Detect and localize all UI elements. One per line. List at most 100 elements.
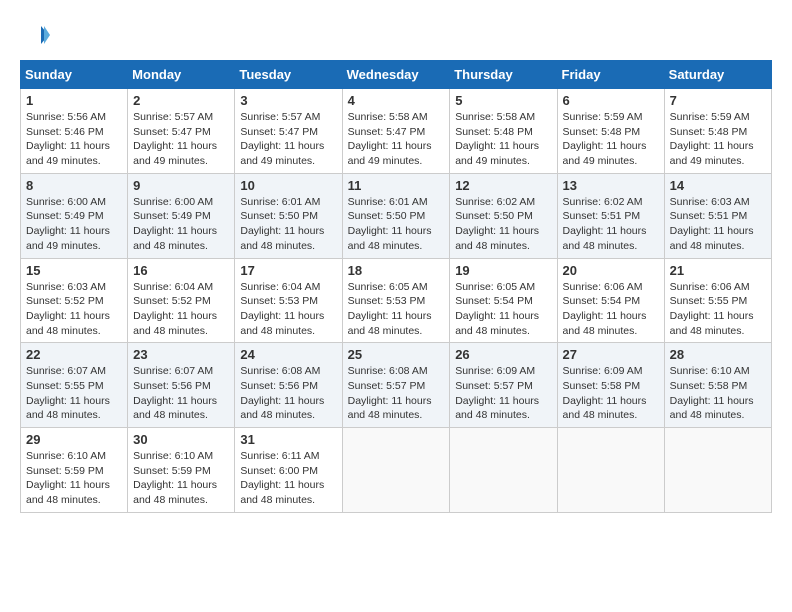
day-number: 1: [26, 93, 122, 108]
calendar-header-row: SundayMondayTuesdayWednesdayThursdayFrid…: [21, 61, 772, 89]
calendar-day-cell: 15Sunrise: 6:03 AMSunset: 5:52 PMDayligh…: [21, 258, 128, 343]
calendar-day-cell: 27 Sunrise: 6:09 AMSunset: 5:58 PMDayligh…: [557, 343, 664, 428]
calendar-day-cell: 2 Sunrise: 5:57 AMSunset: 5:47 PMDaylight…: [128, 89, 235, 174]
day-number: 18: [348, 263, 445, 278]
day-detail: Sunrise: 6:06 AMSunset: 5:54 PMDaylight:…: [563, 281, 647, 337]
day-detail: Sunrise: 6:04 AMSunset: 5:53 PMDaylight:…: [240, 281, 324, 337]
logo-icon: [20, 20, 50, 50]
calendar-day-cell: 3 Sunrise: 5:57 AMSunset: 5:47 PMDaylight…: [235, 89, 342, 174]
calendar-day-cell: 30 Sunrise: 6:10 AMSunset: 5:59 PMDayligh…: [128, 428, 235, 513]
day-number: 31: [240, 432, 336, 447]
calendar-day-cell: 14 Sunrise: 6:03 AMSunset: 5:51 PMDayligh…: [664, 173, 771, 258]
calendar-week-row: 1 Sunrise: 5:56 AMSunset: 5:46 PMDaylight…: [21, 89, 772, 174]
day-detail: Sunrise: 6:08 AMSunset: 5:57 PMDaylight:…: [348, 365, 432, 421]
day-detail: Sunrise: 6:06 AMSunset: 5:55 PMDaylight:…: [670, 281, 754, 337]
day-detail: Sunrise: 5:57 AMSunset: 5:47 PMDaylight:…: [240, 111, 324, 167]
calendar-day-cell: 8 Sunrise: 6:00 AMSunset: 5:49 PMDaylight…: [21, 173, 128, 258]
day-number: 9: [133, 178, 229, 193]
day-number: 21: [670, 263, 766, 278]
calendar-day-cell: 23Sunrise: 6:07 AMSunset: 5:56 PMDayligh…: [128, 343, 235, 428]
calendar-weekday-header: Saturday: [664, 61, 771, 89]
calendar-day-cell: 29Sunrise: 6:10 AMSunset: 5:59 PMDayligh…: [21, 428, 128, 513]
day-detail: Sunrise: 6:01 AMSunset: 5:50 PMDaylight:…: [240, 196, 324, 252]
calendar-weekday-header: Monday: [128, 61, 235, 89]
day-number: 10: [240, 178, 336, 193]
day-detail: Sunrise: 6:02 AMSunset: 5:50 PMDaylight:…: [455, 196, 539, 252]
day-number: 29: [26, 432, 122, 447]
day-detail: Sunrise: 6:05 AMSunset: 5:54 PMDaylight:…: [455, 281, 539, 337]
day-detail: Sunrise: 5:59 AMSunset: 5:48 PMDaylight:…: [670, 111, 754, 167]
calendar-day-cell: 6 Sunrise: 5:59 AMSunset: 5:48 PMDaylight…: [557, 89, 664, 174]
calendar-day-cell: [664, 428, 771, 513]
calendar-day-cell: 17Sunrise: 6:04 AMSunset: 5:53 PMDayligh…: [235, 258, 342, 343]
day-number: 25: [348, 347, 445, 362]
day-detail: Sunrise: 6:10 AMSunset: 5:59 PMDaylight:…: [133, 450, 217, 506]
calendar-day-cell: 18 Sunrise: 6:05 AMSunset: 5:53 PMDayligh…: [342, 258, 450, 343]
calendar-day-cell: [450, 428, 557, 513]
day-number: 3: [240, 93, 336, 108]
day-detail: Sunrise: 6:09 AMSunset: 5:58 PMDaylight:…: [563, 365, 647, 421]
day-detail: Sunrise: 6:09 AMSunset: 5:57 PMDaylight:…: [455, 365, 539, 421]
calendar-day-cell: 1 Sunrise: 5:56 AMSunset: 5:46 PMDaylight…: [21, 89, 128, 174]
day-number: 30: [133, 432, 229, 447]
day-number: 13: [563, 178, 659, 193]
day-detail: Sunrise: 6:03 AMSunset: 5:51 PMDaylight:…: [670, 196, 754, 252]
calendar-week-row: 22 Sunrise: 6:07 AMSunset: 5:55 PMDayligh…: [21, 343, 772, 428]
day-detail: Sunrise: 6:05 AMSunset: 5:53 PMDaylight:…: [348, 281, 432, 337]
day-number: 6: [563, 93, 659, 108]
day-detail: Sunrise: 5:58 AMSunset: 5:48 PMDaylight:…: [455, 111, 539, 167]
calendar-day-cell: 31 Sunrise: 6:11 AMSunset: 6:00 PMDayligh…: [235, 428, 342, 513]
calendar-day-cell: 13 Sunrise: 6:02 AMSunset: 5:51 PMDayligh…: [557, 173, 664, 258]
calendar-day-cell: 19 Sunrise: 6:05 AMSunset: 5:54 PMDayligh…: [450, 258, 557, 343]
calendar-day-cell: 22 Sunrise: 6:07 AMSunset: 5:55 PMDayligh…: [21, 343, 128, 428]
day-number: 28: [670, 347, 766, 362]
calendar-weekday-header: Tuesday: [235, 61, 342, 89]
calendar-week-row: 8 Sunrise: 6:00 AMSunset: 5:49 PMDaylight…: [21, 173, 772, 258]
calendar-day-cell: 24 Sunrise: 6:08 AMSunset: 5:56 PMDayligh…: [235, 343, 342, 428]
calendar-day-cell: 12 Sunrise: 6:02 AMSunset: 5:50 PMDayligh…: [450, 173, 557, 258]
calendar-day-cell: [557, 428, 664, 513]
calendar-day-cell: 28 Sunrise: 6:10 AMSunset: 5:58 PMDayligh…: [664, 343, 771, 428]
day-detail: Sunrise: 6:11 AMSunset: 6:00 PMDaylight:…: [240, 450, 324, 506]
day-number: 14: [670, 178, 766, 193]
day-detail: Sunrise: 6:08 AMSunset: 5:56 PMDaylight:…: [240, 365, 324, 421]
day-number: 2: [133, 93, 229, 108]
day-number: 11: [348, 178, 445, 193]
day-detail: Sunrise: 6:04 AMSunset: 5:52 PMDaylight:…: [133, 281, 217, 337]
day-number: 19: [455, 263, 551, 278]
day-detail: Sunrise: 5:56 AMSunset: 5:46 PMDaylight:…: [26, 111, 110, 167]
day-number: 12: [455, 178, 551, 193]
calendar-table: SundayMondayTuesdayWednesdayThursdayFrid…: [20, 60, 772, 513]
day-number: 22: [26, 347, 122, 362]
day-detail: Sunrise: 5:58 AMSunset: 5:47 PMDaylight:…: [348, 111, 432, 167]
day-detail: Sunrise: 5:57 AMSunset: 5:47 PMDaylight:…: [133, 111, 217, 167]
calendar-day-cell: 20Sunrise: 6:06 AMSunset: 5:54 PMDayligh…: [557, 258, 664, 343]
calendar-day-cell: 4 Sunrise: 5:58 AMSunset: 5:47 PMDaylight…: [342, 89, 450, 174]
page-header: [20, 20, 772, 50]
day-number: 24: [240, 347, 336, 362]
day-number: 5: [455, 93, 551, 108]
day-detail: Sunrise: 6:07 AMSunset: 5:56 PMDaylight:…: [133, 365, 217, 421]
calendar-day-cell: 26 Sunrise: 6:09 AMSunset: 5:57 PMDayligh…: [450, 343, 557, 428]
day-detail: Sunrise: 6:07 AMSunset: 5:55 PMDaylight:…: [26, 365, 110, 421]
calendar-day-cell: 9Sunrise: 6:00 AMSunset: 5:49 PMDaylight…: [128, 173, 235, 258]
calendar-weekday-header: Thursday: [450, 61, 557, 89]
day-detail: Sunrise: 6:10 AMSunset: 5:58 PMDaylight:…: [670, 365, 754, 421]
calendar-day-cell: 11Sunrise: 6:01 AMSunset: 5:50 PMDayligh…: [342, 173, 450, 258]
day-number: 15: [26, 263, 122, 278]
logo: [20, 20, 54, 50]
day-detail: Sunrise: 6:00 AMSunset: 5:49 PMDaylight:…: [26, 196, 110, 252]
day-number: 4: [348, 93, 445, 108]
day-number: 26: [455, 347, 551, 362]
calendar-day-cell: 5 Sunrise: 5:58 AMSunset: 5:48 PMDaylight…: [450, 89, 557, 174]
calendar-week-row: 15Sunrise: 6:03 AMSunset: 5:52 PMDayligh…: [21, 258, 772, 343]
calendar-day-cell: 10 Sunrise: 6:01 AMSunset: 5:50 PMDayligh…: [235, 173, 342, 258]
calendar-weekday-header: Wednesday: [342, 61, 450, 89]
day-detail: Sunrise: 6:02 AMSunset: 5:51 PMDaylight:…: [563, 196, 647, 252]
day-detail: Sunrise: 5:59 AMSunset: 5:48 PMDaylight:…: [563, 111, 647, 167]
day-number: 27: [563, 347, 659, 362]
calendar-day-cell: 16Sunrise: 6:04 AMSunset: 5:52 PMDayligh…: [128, 258, 235, 343]
calendar-weekday-header: Friday: [557, 61, 664, 89]
day-number: 7: [670, 93, 766, 108]
day-number: 8: [26, 178, 122, 193]
